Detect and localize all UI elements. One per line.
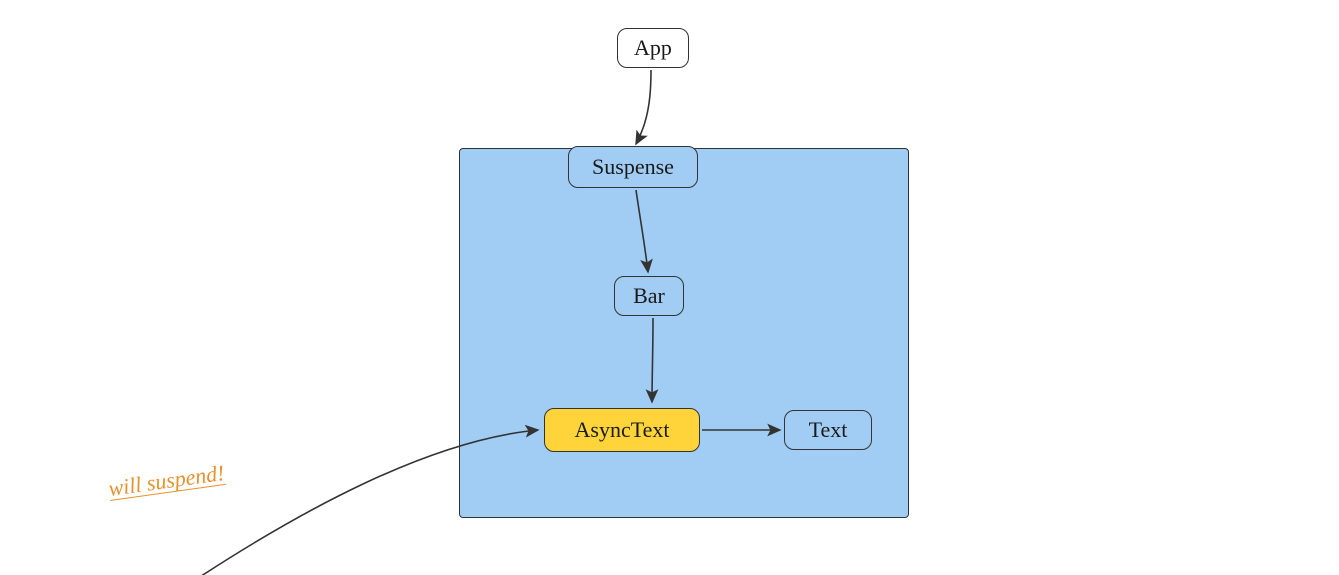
node-asynctext-label: AsyncText (575, 417, 670, 443)
edge-app-suspense (636, 70, 651, 144)
node-asynctext: AsyncText (544, 408, 700, 452)
node-app-label: App (634, 35, 672, 61)
diagram-canvas: App Suspense Bar AsyncText Text will sus… (0, 0, 1339, 575)
suspense-boundary (459, 148, 909, 518)
node-bar-label: Bar (633, 283, 665, 309)
node-suspense: Suspense (568, 146, 698, 188)
node-bar: Bar (614, 276, 684, 316)
node-app: App (617, 28, 689, 68)
node-text: Text (784, 410, 872, 450)
node-text-label: Text (809, 417, 848, 443)
node-suspense-label: Suspense (592, 154, 674, 180)
annotation-will-suspend: will suspend! (107, 460, 226, 501)
annotation-label: will suspend! (107, 460, 226, 501)
